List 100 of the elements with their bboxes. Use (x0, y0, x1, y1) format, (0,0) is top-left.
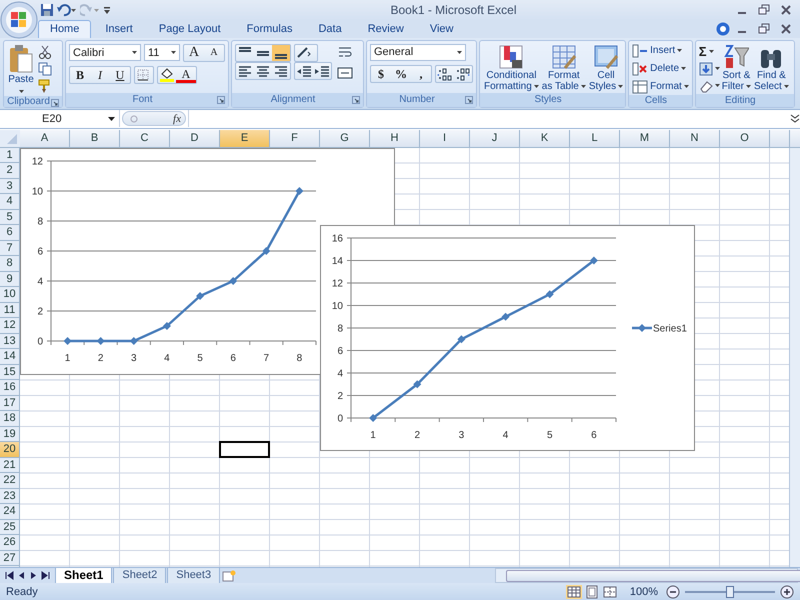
ribbon-tab[interactable]: Insert (93, 20, 145, 38)
customize-icon[interactable] (103, 4, 111, 15)
expand-icon[interactable] (790, 114, 800, 124)
data-point[interactable] (546, 290, 554, 298)
data-point[interactable] (457, 334, 466, 343)
increase-decimal-icon[interactable] (436, 66, 454, 82)
row-header[interactable]: 24 (0, 504, 19, 520)
format-cells-button[interactable]: Format (632, 78, 689, 95)
chart-area[interactable]: 0 2 4 6 8 10 12 14 16 1 2 3 4 5 6 Series1 (320, 224, 695, 451)
row-header[interactable]: 6 (0, 225, 19, 241)
data-point[interactable] (130, 336, 138, 345)
font-name-dropdown[interactable]: Calibri (69, 44, 141, 62)
first-sheet-icon[interactable] (5, 571, 14, 580)
row-header[interactable]: 14 (0, 349, 19, 365)
decrease-decimal-icon[interactable] (454, 66, 472, 82)
column-header[interactable]: E (220, 130, 270, 147)
dialog-launcher-icon[interactable] (217, 96, 225, 104)
previous-sheet-icon[interactable] (17, 571, 26, 580)
row-header[interactable]: 1 (0, 148, 19, 164)
ribbon-tab[interactable]: Page Layout (146, 20, 233, 38)
chart-area[interactable]: 0 2 4 6 8 10 12 1 2 3 4 5 6 7 8 (20, 148, 320, 375)
row-header[interactable]: 8 (0, 256, 19, 272)
row-header[interactable]: 5 (0, 210, 19, 226)
fill-button[interactable] (698, 60, 720, 77)
row-header[interactable]: 20 (0, 442, 19, 458)
cut-icon[interactable] (36, 44, 54, 60)
number-format-dropdown[interactable]: General (370, 44, 466, 61)
format-as-table-button[interactable]: Format as Table (540, 44, 587, 92)
data-point[interactable] (369, 414, 378, 422)
row-header[interactable]: 16 (0, 380, 19, 396)
slider-thumb[interactable] (726, 586, 734, 598)
horizontal-scrollbar[interactable] (495, 568, 798, 584)
sheet-tab[interactable]: Sheet2 (113, 568, 166, 584)
data-line[interactable] (68, 190, 301, 342)
row-header[interactable]: 7 (0, 240, 19, 256)
fill-color-icon[interactable] (158, 66, 176, 83)
paste-button[interactable]: Paste (7, 44, 35, 96)
column-header[interactable]: H (370, 130, 420, 147)
column-header[interactable]: J (470, 130, 520, 147)
data-point[interactable] (64, 336, 72, 345)
row-header[interactable]: 23 (0, 488, 19, 504)
sheet-tab[interactable]: Sheet3 (167, 568, 220, 584)
insert-sheet-icon[interactable] (221, 570, 238, 582)
row-header[interactable]: 13 (0, 334, 19, 350)
currency-button[interactable]: $ (371, 66, 391, 82)
font-size-dropdown[interactable]: 11 (144, 44, 180, 62)
data-point[interactable] (502, 312, 510, 320)
column-header[interactable]: L (570, 130, 620, 147)
vertical-scrollbar[interactable] (789, 148, 800, 568)
row-header[interactable]: 27 (0, 550, 19, 566)
column-header[interactable]: A (20, 130, 70, 147)
data-point[interactable] (229, 276, 238, 285)
ribbon-tab[interactable]: Review (356, 20, 416, 38)
next-sheet-icon[interactable] (29, 571, 38, 580)
restore-icon[interactable] (758, 22, 770, 35)
delete-cells-button[interactable]: Delete (632, 60, 689, 77)
row-header[interactable]: 26 (0, 535, 19, 551)
active-cell[interactable] (219, 441, 270, 458)
page-break-view-icon[interactable] (602, 584, 618, 599)
help-icon[interactable] (716, 22, 730, 36)
dialog-launcher-icon[interactable] (352, 96, 360, 104)
data-point[interactable] (413, 380, 422, 388)
sort-filter-button[interactable]: Sort & Filter (720, 44, 752, 92)
column-header[interactable]: I (420, 130, 470, 147)
row-header[interactable]: 2 (0, 163, 19, 179)
data-point[interactable] (162, 322, 171, 330)
save-icon[interactable] (40, 2, 54, 17)
data-point[interactable] (295, 186, 304, 195)
insert-cells-button[interactable]: Insert (632, 42, 689, 59)
row-header[interactable]: 22 (0, 473, 19, 489)
restore-icon[interactable] (758, 4, 770, 16)
bold-button[interactable]: B (70, 66, 90, 83)
dialog-launcher-icon[interactable] (51, 98, 59, 107)
dialog-launcher-icon[interactable] (465, 96, 473, 104)
insert-function-button[interactable]: fx (173, 112, 181, 125)
ribbon-tab[interactable]: View (418, 20, 466, 38)
row-header[interactable]: 18 (0, 411, 19, 427)
ribbon-tab[interactable]: Formulas (234, 20, 304, 38)
zoom-out-icon[interactable] (666, 584, 680, 599)
row-header[interactable]: 11 (0, 302, 19, 318)
row-header[interactable]: 21 (0, 458, 19, 474)
column-header[interactable]: C (120, 130, 170, 147)
conditional-formatting-button[interactable]: Conditional Formatting (483, 44, 540, 92)
last-sheet-icon[interactable] (41, 571, 50, 580)
ribbon-tab[interactable]: Home (38, 20, 92, 38)
column-header[interactable]: G (320, 130, 370, 147)
undo-icon[interactable] (57, 2, 77, 17)
row-header[interactable]: 17 (0, 396, 19, 412)
column-header[interactable]: M (620, 130, 670, 147)
row-header[interactable]: 15 (0, 364, 19, 380)
data-point[interactable] (96, 336, 105, 345)
data-point[interactable] (590, 256, 598, 264)
data-point[interactable] (262, 246, 270, 255)
row-header[interactable]: 12 (0, 318, 19, 334)
data-point[interactable] (196, 292, 204, 300)
row-header[interactable]: 3 (0, 178, 19, 194)
autosum-button[interactable]: Σ (698, 44, 720, 60)
zoom-level[interactable]: 100% (630, 586, 658, 598)
find-select-button[interactable]: Find & Select (753, 44, 790, 92)
column-header[interactable]: B (70, 130, 120, 147)
